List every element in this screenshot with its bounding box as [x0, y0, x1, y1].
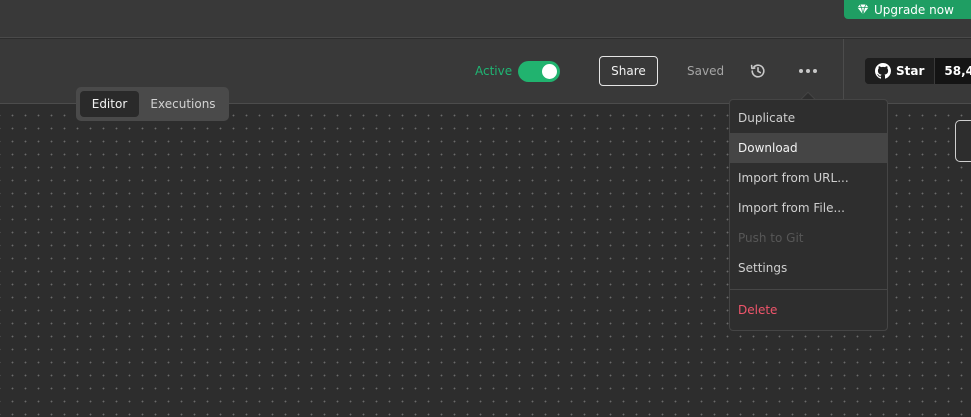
history-icon[interactable]: [750, 63, 766, 79]
github-star-count[interactable]: 58,44: [935, 58, 971, 84]
github-star-button[interactable]: Star: [865, 58, 936, 84]
menu-item-settings[interactable]: Settings: [730, 253, 887, 283]
github-star-label: Star: [896, 64, 925, 78]
share-label: Share: [611, 64, 646, 78]
github-star-widget[interactable]: Star 58,44: [865, 58, 971, 84]
menu-item-download[interactable]: Download: [730, 133, 887, 163]
menu-divider: [730, 289, 887, 290]
menu-item-duplicate[interactable]: Duplicate: [730, 103, 887, 133]
upgrade-button[interactable]: Upgrade now: [844, 0, 971, 19]
toggle-knob: [542, 64, 557, 79]
upgrade-label: Upgrade now: [874, 2, 954, 17]
tab-executions[interactable]: Executions: [141, 91, 225, 117]
menu-item-import-url[interactable]: Import from URL...: [730, 163, 887, 193]
top-strip: Upgrade now: [0, 0, 971, 38]
header-divider: [843, 39, 844, 104]
active-toggle[interactable]: [518, 61, 560, 82]
active-label: Active: [475, 64, 513, 78]
tab-editor[interactable]: Editor: [80, 91, 139, 117]
more-icon[interactable]: [797, 61, 819, 81]
saved-status: Saved: [687, 64, 725, 78]
menu-item-delete[interactable]: Delete: [730, 295, 887, 325]
gem-icon: [857, 4, 869, 15]
github-icon: [875, 63, 891, 79]
menu-item-push-to-git: Push to Git: [738, 231, 804, 245]
workflow-actions-menu: Duplicate Download Import from URL... Im…: [729, 99, 888, 331]
view-tabs: Editor Executions: [76, 87, 229, 121]
canvas-node-fragment[interactable]: [955, 120, 971, 162]
menu-item-import-file[interactable]: Import from File...: [730, 193, 887, 223]
app-root: Upgrade now Active Share Saved Star 58,4…: [0, 0, 971, 417]
share-button[interactable]: Share: [599, 56, 658, 86]
